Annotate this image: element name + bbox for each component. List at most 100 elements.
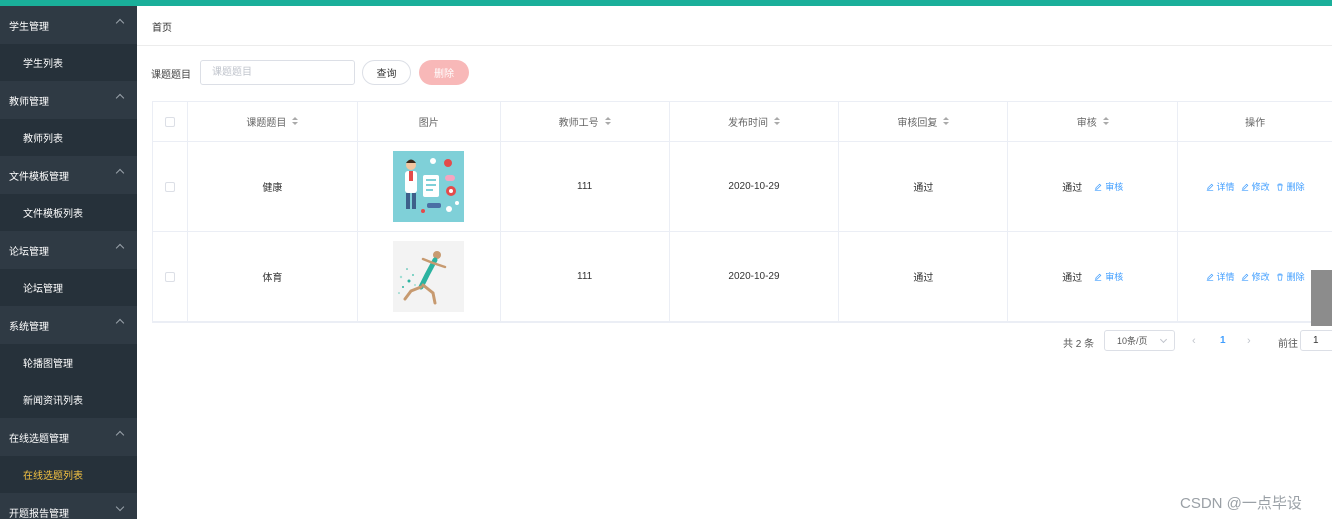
edit-label: 修改: [1251, 182, 1270, 192]
header-image: 图片: [358, 102, 501, 141]
sidebar: 学生管理 学生列表 教师管理 教师列表 文件模板管理 文件模板列表 论坛管理 论…: [0, 6, 137, 519]
header-reply[interactable]: 审核回复: [839, 102, 1009, 141]
header-teacher-no[interactable]: 教师工号: [501, 102, 670, 141]
sidebar-group-system[interactable]: 系统管理: [0, 306, 137, 344]
page-number[interactable]: 1: [1220, 335, 1226, 346]
header-label: 审核回复: [897, 118, 938, 129]
header-actions: 操作: [1178, 102, 1332, 141]
header-audit[interactable]: 审核: [1008, 102, 1179, 141]
sort-icon[interactable]: [773, 117, 780, 126]
sidebar-group-teacher[interactable]: 教师管理: [0, 81, 137, 119]
chevron-up-icon: [115, 430, 125, 440]
sidebar-item-topic-list[interactable]: 在线选题列表: [0, 456, 137, 493]
sidebar-group-label: 文件模板管理: [9, 171, 69, 183]
cell-actions: 详情 修改 删除: [1178, 232, 1332, 321]
cell-image: [358, 142, 501, 231]
scrollbar-thumb[interactable]: [1311, 270, 1332, 326]
sidebar-group-label: 开题报告管理: [9, 508, 69, 519]
select-all-checkbox[interactable]: [164, 116, 175, 127]
audit-link-label: 审核: [1105, 272, 1124, 282]
cell-title: 体育: [188, 232, 358, 321]
edit-icon: [1095, 183, 1102, 191]
table-row: 体育 111 2020-10-29 通过 通过 审核 详情 修改 删除: [153, 232, 1332, 322]
sidebar-group-proposal[interactable]: 开题报告管理: [0, 493, 137, 519]
edit-icon: [1206, 183, 1213, 191]
row-checkbox[interactable]: [164, 271, 175, 282]
sidebar-item-label: 学生列表: [23, 59, 63, 70]
delete-link[interactable]: 删除: [1276, 180, 1305, 193]
audit-link[interactable]: 审核: [1094, 180, 1123, 193]
header-title[interactable]: 课题题目: [188, 102, 358, 141]
sidebar-item-label: 文件模板列表: [23, 209, 83, 220]
sidebar-item-template-list[interactable]: 文件模板列表: [0, 194, 137, 231]
edit-icon: [1206, 273, 1213, 281]
sort-icon[interactable]: [292, 117, 299, 126]
batch-delete-button[interactable]: 删除: [419, 60, 469, 85]
audit-link[interactable]: 审核: [1094, 270, 1123, 283]
edit-icon: [1095, 273, 1102, 281]
sidebar-group-forum[interactable]: 论坛管理: [0, 231, 137, 269]
sidebar-group-label: 教师管理: [9, 96, 49, 108]
table-header-row: 课题题目 图片 教师工号 发布时间 审核回复 审核 操作: [153, 102, 1332, 142]
header-select-cell: [153, 102, 188, 141]
health-illustration[interactable]: [393, 151, 465, 222]
sidebar-item-label: 新闻资讯列表: [23, 396, 83, 407]
delete-link[interactable]: 删除: [1276, 270, 1305, 283]
cell-audit: 通过 审核: [1008, 232, 1179, 321]
next-page-icon[interactable]: ›: [1247, 335, 1251, 347]
page-size-value: 10条/页: [1117, 336, 1148, 346]
sidebar-item-teacher-list[interactable]: 教师列表: [0, 119, 137, 156]
cell-reply: 通过: [839, 232, 1009, 321]
detail-link[interactable]: 详情: [1206, 270, 1235, 283]
sidebar-item-news[interactable]: 新闻资讯列表: [0, 381, 137, 418]
cell-actions: 详情 修改 删除: [1178, 142, 1332, 231]
sidebar-item-label: 在线选题列表: [23, 471, 83, 482]
main-content: 首页 课题题目 查询 删除 课题题目 图片 教师工号 发布时间 审核回复 审核 …: [137, 6, 1332, 519]
pagination: 共 2 条 10条/页 ‹ 1 › 前往 1: [137, 330, 1332, 352]
delete-label: 删除: [1286, 272, 1305, 282]
edit-link[interactable]: 修改: [1241, 270, 1270, 283]
prev-page-icon[interactable]: ‹: [1192, 335, 1196, 347]
sidebar-group-student[interactable]: 学生管理: [0, 6, 137, 44]
page-size-select[interactable]: 10条/页: [1104, 330, 1175, 351]
divider: [137, 45, 1332, 46]
header-label: 教师工号: [558, 118, 599, 129]
sprinter-illustration[interactable]: [393, 241, 465, 312]
edit-link[interactable]: 修改: [1241, 180, 1270, 193]
audit-link-label: 审核: [1105, 182, 1124, 192]
sidebar-item-carousel[interactable]: 轮播图管理: [0, 344, 137, 381]
header-date[interactable]: 发布时间: [670, 102, 840, 141]
table-row: 健康 111 2020-10-29 通过 通过 审核 详情 修改 删除: [153, 142, 1332, 232]
row-checkbox[interactable]: [164, 181, 175, 192]
sidebar-group-label: 在线选题管理: [9, 433, 69, 445]
cell-teacher-no: 111: [501, 232, 670, 321]
chevron-down-icon: [1159, 335, 1168, 344]
sidebar-group-label: 学生管理: [9, 21, 49, 33]
topic-table: 课题题目 图片 教师工号 发布时间 审核回复 审核 操作 健康 111 2020…: [152, 101, 1332, 323]
total-count: 共 2 条: [1063, 339, 1095, 350]
sidebar-item-student-list[interactable]: 学生列表: [0, 44, 137, 81]
header-label: 发布时间: [727, 118, 768, 129]
edit-icon: [1241, 273, 1248, 281]
sidebar-group-template[interactable]: 文件模板管理: [0, 156, 137, 194]
sort-icon[interactable]: [1102, 117, 1109, 126]
cell-reply: 通过: [839, 142, 1009, 231]
query-button[interactable]: 查询: [362, 60, 411, 85]
sidebar-item-forum[interactable]: 论坛管理: [0, 269, 137, 306]
goto-page-value: 1: [1313, 335, 1319, 346]
sidebar-group-label: 系统管理: [9, 321, 49, 333]
goto-page-input[interactable]: 1: [1300, 330, 1332, 351]
delete-label: 删除: [1286, 182, 1305, 192]
breadcrumb[interactable]: 首页: [152, 19, 172, 34]
detail-link[interactable]: 详情: [1206, 180, 1235, 193]
header-label: 审核: [1076, 118, 1097, 129]
cell-audit: 通过 审核: [1008, 142, 1179, 231]
cell-title: 健康: [188, 142, 358, 231]
audit-status: 通过: [1062, 183, 1083, 194]
topic-search-input[interactable]: [200, 60, 355, 85]
sidebar-group-topic[interactable]: 在线选题管理: [0, 418, 137, 456]
sort-icon[interactable]: [943, 117, 950, 126]
sort-icon[interactable]: [604, 117, 611, 126]
sidebar-item-label: 论坛管理: [23, 284, 63, 295]
chevron-up-icon: [115, 243, 125, 253]
